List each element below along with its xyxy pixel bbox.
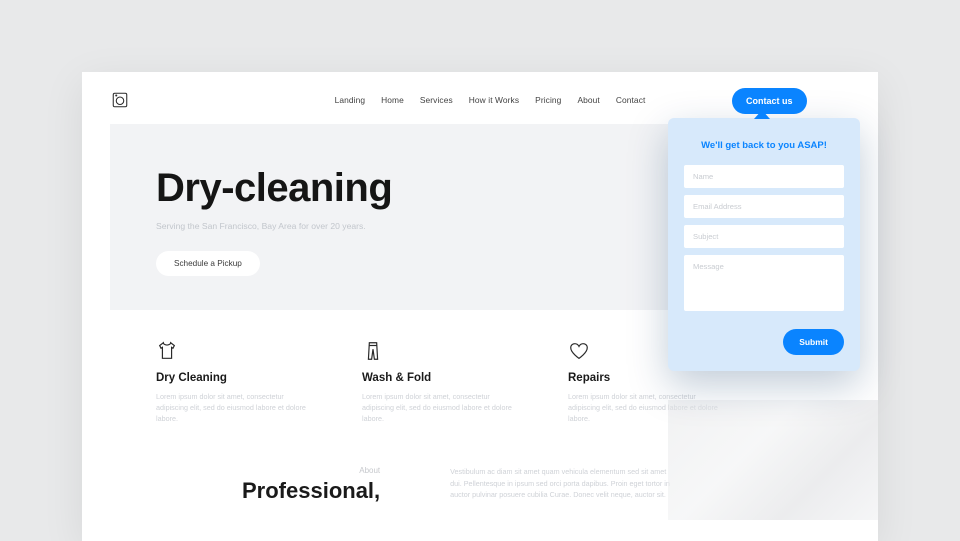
email-field[interactable] [684,195,844,218]
logo-washer-icon[interactable] [110,90,130,110]
popup-title: We'll get back to you ASAP! [684,140,844,151]
contact-popup: We'll get back to you ASAP! Submit [668,118,860,371]
heart-icon [568,340,590,362]
service-title: Repairs [568,372,718,384]
about-title: Professional, [242,478,380,504]
contact-us-button[interactable]: Contact us [732,88,807,114]
about-text: Vestibulum ac diam sit amet quam vehicul… [450,466,670,499]
background-photo [668,400,878,520]
nav-home[interactable]: Home [381,95,404,105]
nav-about[interactable]: About [577,95,599,105]
submit-button[interactable]: Submit [783,329,844,355]
message-field[interactable] [684,255,844,311]
service-desc: Lorem ipsum dolor sit amet, consectetur … [362,391,512,424]
schedule-pickup-button[interactable]: Schedule a Pickup [156,251,260,276]
service-desc: Lorem ipsum dolor sit amet, consectetur … [156,391,306,424]
nav-how-it-works[interactable]: How it Works [469,95,519,105]
service-title: Dry Cleaning [156,372,306,384]
nav-contact[interactable]: Contact [616,95,646,105]
nav-services[interactable]: Services [420,95,453,105]
about-label: About [242,466,380,475]
name-field[interactable] [684,165,844,188]
service-wash-fold: Wash & Fold Lorem ipsum dolor sit amet, … [362,340,512,424]
tshirt-icon [156,340,178,362]
about-heading-block: About Professional, [242,466,380,504]
service-dry-cleaning: Dry Cleaning Lorem ipsum dolor sit amet,… [156,340,306,424]
nav-landing[interactable]: Landing [335,95,366,105]
submit-row: Submit [684,329,844,355]
subject-field[interactable] [684,225,844,248]
pants-icon [362,340,384,362]
about-text-block: Vestibulum ac diam sit amet quam vehicul… [450,466,670,504]
service-title: Wash & Fold [362,372,512,384]
nav-pricing[interactable]: Pricing [535,95,561,105]
